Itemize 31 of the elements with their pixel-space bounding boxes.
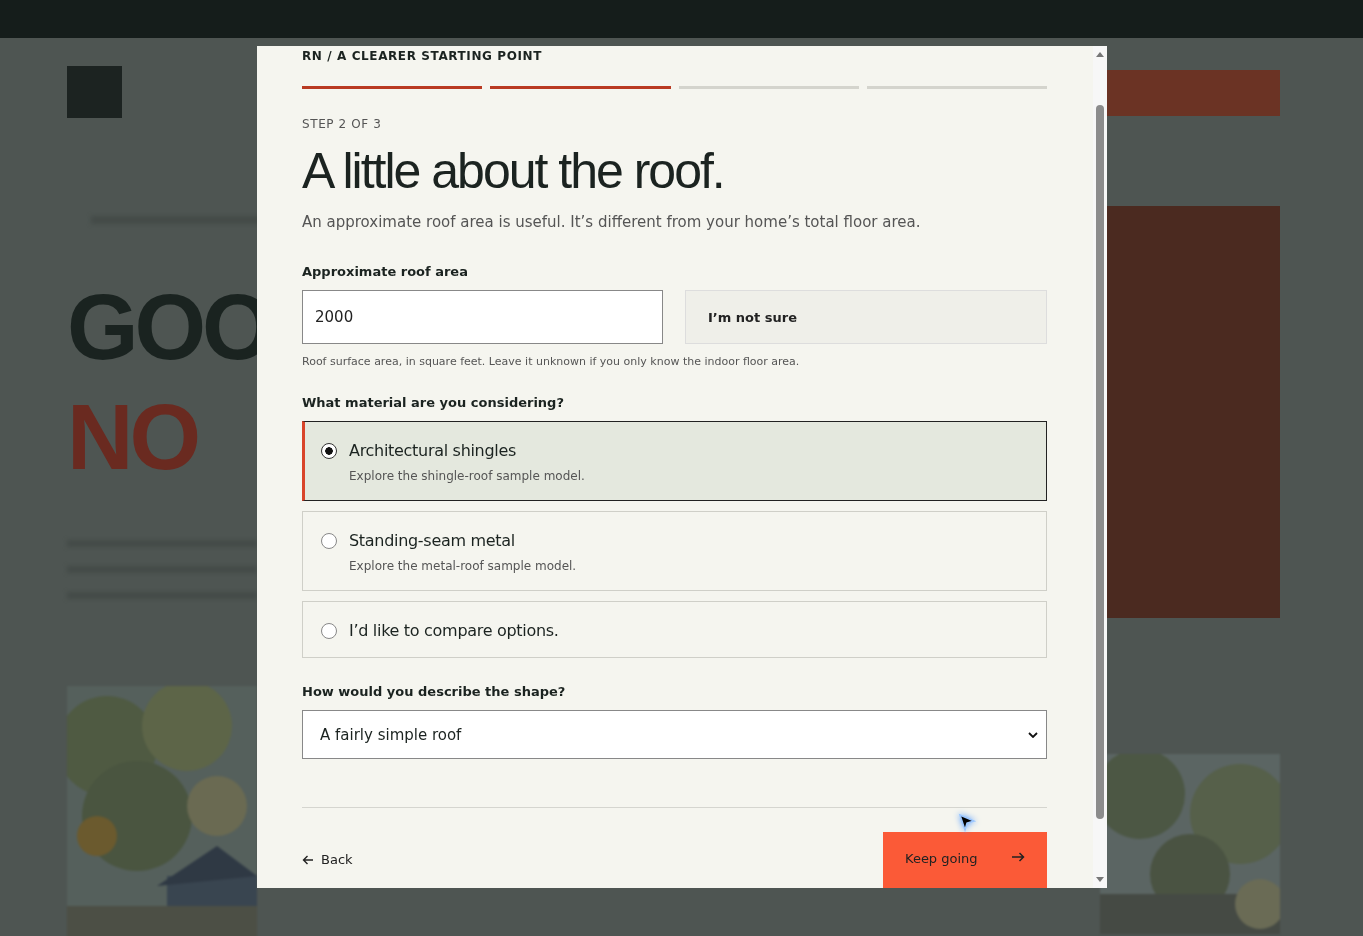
- logo-icon: [67, 66, 122, 118]
- field-label: How would you describe the shape?: [302, 684, 567, 699]
- option-title: Standing-seam metal: [349, 531, 516, 550]
- keep-going-button[interactable]: Keep going: [883, 832, 1047, 888]
- radio-button[interactable]: [321, 623, 337, 639]
- not-sure-button[interactable]: I’m not sure: [685, 290, 1047, 344]
- breadcrumb-text: RN / A CLEARER STARTING POINT: [302, 49, 543, 63]
- field-label: Approximate roof area: [302, 264, 469, 279]
- option-description: Explore the metal-roof sample model.: [349, 559, 577, 573]
- option-title: I’d like to compare options.: [349, 621, 559, 640]
- shape-dropdown[interactable]: A fairly simple roof: [302, 710, 1047, 759]
- arrow-right-icon: [1011, 851, 1025, 863]
- back-button[interactable]: Back: [302, 852, 353, 867]
- option-card[interactable]: Architectural shingles Explore the shingle-roof sample model.: [302, 421, 1047, 501]
- scrollbar[interactable]: [1093, 46, 1107, 888]
- intro-text: An approximate roof area is useful. It’s different from your home’s total floor area.: [302, 213, 922, 231]
- field-label: What material are you considering?: [302, 395, 565, 410]
- radio-button[interactable]: [321, 443, 337, 459]
- dialog-title: A little about the roof.: [302, 143, 725, 199]
- option-description: Explore the shingle-roof sample model.: [349, 469, 585, 483]
- scroll-up-icon[interactable]: [1096, 52, 1104, 57]
- radio-button[interactable]: [321, 533, 337, 549]
- option-title: Architectural shingles: [349, 441, 518, 460]
- roof-area-field[interactable]: 2000: [302, 290, 663, 344]
- option-card[interactable]: Standing-seam metal Explore the metal-roof sample model.: [302, 511, 1047, 591]
- scroll-down-icon[interactable]: [1096, 877, 1104, 882]
- option-card[interactable]: I’d like to compare options.: [302, 601, 1047, 658]
- hint-text: Roof surface area, in square feet. Leave it unknown if you only know the indoor floor area.: [302, 355, 801, 368]
- step-label: STEP 2 OF 3: [302, 117, 383, 131]
- arrow-left-icon: [302, 853, 314, 866]
- chevron-icon: [1028, 731, 1038, 738]
